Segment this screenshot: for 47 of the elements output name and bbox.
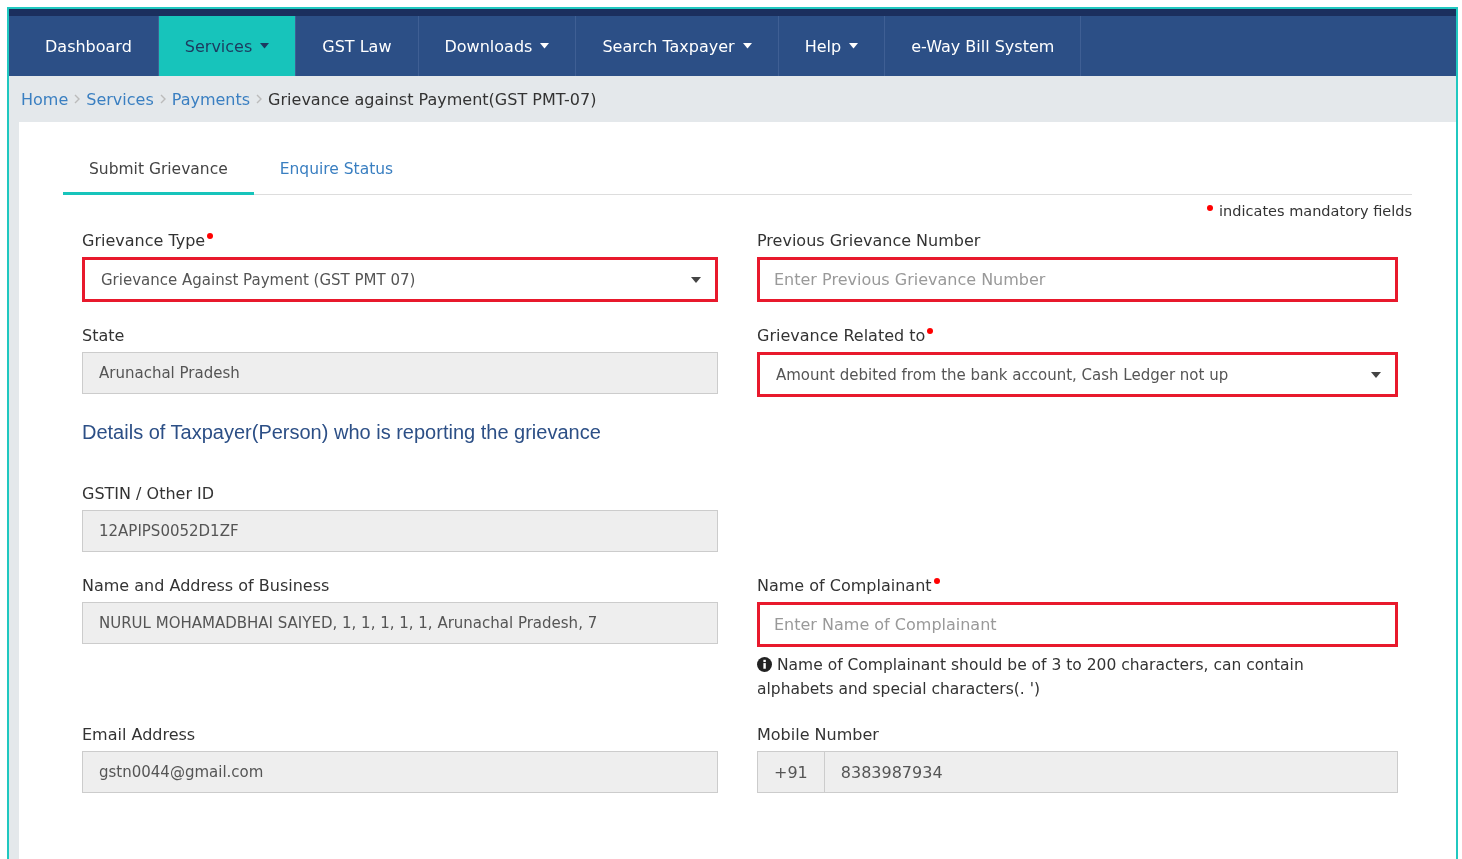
nav-item[interactable]: Help [778, 16, 886, 76]
input-field[interactable]: NURUL MOHAMADBHAI SAIYED, 1, 1, 1, 1, 1, Arunachal Pradesh, 7 [82, 602, 718, 644]
country-code: +91 [758, 752, 825, 792]
required-dot [1207, 205, 1214, 211]
mandatory-note: indicates mandatory fields [1219, 203, 1412, 219]
input-field[interactable]: 12APIPS0052D1ZF [82, 510, 718, 552]
section-heading: Details of Taxpayer(Person) who is reporting the grievance [82, 421, 602, 444]
field-hint: Name of Complainant should be of 3 to 200 characters, can contain alphabets and special characters(. ') [757, 655, 1305, 700]
caret-icon [691, 276, 701, 283]
chevron-icon [74, 94, 81, 104]
phone-number: 8383987934 [839, 761, 944, 784]
input-field[interactable]: Enter Previous Grievance Number [757, 257, 1398, 302]
field-label: Name and Address of Business [82, 576, 330, 595]
nav-item[interactable]: Search Taxpayer [576, 16, 779, 76]
caret-icon [540, 43, 550, 49]
chevron-icon [256, 94, 263, 104]
field-label: Previous Grievance Number [757, 231, 981, 250]
tab[interactable]: Submit Grievance [63, 144, 254, 195]
dropdown-field[interactable]: Grievance Against Payment (GST PMT 07) [82, 257, 718, 302]
dropdown-field[interactable]: Amount debited from the bank account, Cash Ledger not up [757, 352, 1398, 397]
field-label: Grievance Related to [757, 326, 926, 345]
phone-field[interactable]: +91 8383987934 [757, 751, 1398, 793]
caret-icon [260, 43, 270, 49]
input-field[interactable]: gstn0044@gmail.com [82, 751, 718, 793]
field-label: State [82, 326, 125, 345]
field-label: Email Address [82, 725, 196, 744]
nav-item[interactable]: Services [158, 16, 297, 76]
field-label: Grievance Type [82, 231, 206, 250]
field-label: Mobile Number [757, 725, 879, 744]
caret-icon [742, 43, 752, 49]
tab[interactable]: Enquire Status [253, 144, 420, 195]
nav-item[interactable]: Downloads [418, 16, 577, 76]
nav-item[interactable]: GST Law [296, 16, 419, 76]
input-field[interactable]: Enter Name of Complainant [757, 602, 1398, 647]
input-field[interactable]: Arunachal Pradesh [82, 352, 718, 394]
caret-icon [1371, 371, 1381, 378]
info-icon [757, 657, 772, 672]
field-label: GSTIN / Other ID [82, 484, 215, 503]
chevron-icon [159, 94, 166, 104]
field-label: Name of Complainant [757, 576, 932, 595]
breadcrumb-link[interactable]: Services [86, 89, 154, 109]
current-page-title: Grievance against Payment(GST PMT-07) [268, 89, 597, 109]
nav-item[interactable]: e-Way Bill System [885, 16, 1082, 76]
caret-icon [849, 43, 859, 49]
breadcrumb-link[interactable]: Payments [171, 89, 251, 109]
nav-item[interactable]: Dashboard [9, 16, 159, 76]
breadcrumb-link[interactable]: Home [21, 89, 69, 109]
